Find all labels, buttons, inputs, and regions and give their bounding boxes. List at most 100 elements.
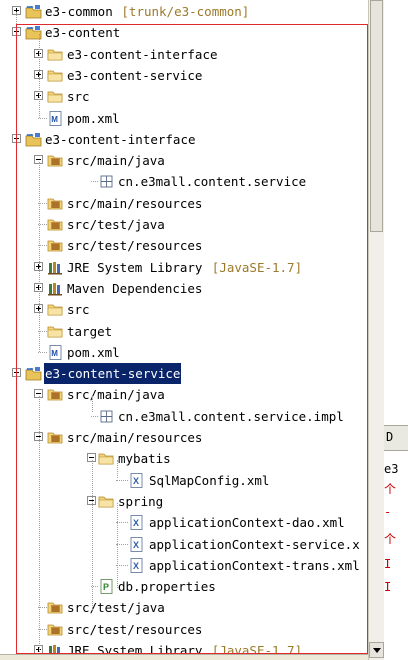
tree-item-target[interactable]: target [0, 321, 368, 342]
tree-item-src-main-java[interactable]: src/main/java [0, 384, 368, 405]
tree-item-label: src/main/resources [67, 430, 203, 445]
tree-item-cn-e3mall-content-service[interactable]: cn.e3mall.content.service [0, 171, 368, 192]
bottom-border [0, 654, 368, 660]
xml-file-icon: X [128, 514, 145, 531]
scroll-down-arrow-icon[interactable] [369, 642, 384, 658]
tree-guide-line [39, 162, 40, 352]
tree-item-decoration: [JavaSE-1.7] [211, 259, 303, 275]
tree-item-label: src/main/resources [67, 195, 203, 211]
tree-connector [91, 415, 98, 417]
tree-item-e3-content-service[interactable]: e3-content-service [0, 363, 368, 385]
tree-item-label: target [67, 323, 113, 339]
source-folder-icon [47, 429, 64, 446]
tree-item-src[interactable]: src [0, 86, 368, 107]
tree-item-src-test-resources[interactable]: src/test/resources [0, 619, 368, 640]
folder-icon [47, 301, 64, 318]
library-icon [47, 259, 64, 276]
folder-icon [47, 67, 64, 84]
source-folder-icon [47, 216, 64, 233]
tree-item-src-test-java[interactable]: src/test/java [0, 214, 368, 235]
console-line: e3 [384, 462, 399, 476]
source-folder-icon [47, 621, 64, 638]
tree-item-src[interactable]: src [0, 299, 368, 320]
svg-text:X: X [133, 518, 139, 528]
tree-item-pom-xml[interactable]: Mpom.xml [0, 342, 368, 363]
source-folder-icon [47, 152, 64, 169]
xml-file-icon: X [128, 472, 145, 489]
tree-guide-line [92, 396, 93, 412]
tree-item-src-main-resources[interactable]: src/main/resources [0, 427, 368, 448]
tree-item-src-main-resources[interactable]: src/main/resources [0, 193, 368, 214]
svg-text:X: X [133, 540, 139, 550]
tree-item-e3-content[interactable]: e3-content [0, 22, 368, 43]
folder-icon [98, 493, 115, 510]
tree-guide-line [39, 396, 40, 660]
console-tab-label[interactable]: D [386, 430, 393, 444]
tree-item-label: e3-content-interface [45, 131, 196, 147]
project-icon [25, 365, 42, 382]
package-icon [98, 408, 115, 425]
tree-item-e3-content-interface[interactable]: e3-content-interface [0, 44, 368, 65]
svg-text:X: X [133, 561, 139, 571]
maven-file-icon: M [47, 110, 64, 127]
tree-item-mybatis[interactable]: mybatis [0, 448, 368, 469]
tree-item-label: pom.xml [67, 344, 120, 360]
tree-item-label: src [67, 89, 90, 105]
library-icon [47, 280, 64, 297]
tree-item-label: cn.e3mall.content.service.impl [118, 408, 344, 424]
package-icon [98, 173, 115, 190]
tree-item-label: JRE System Library [67, 259, 203, 275]
tree-guide-line [117, 460, 118, 478]
tree-item-e3-content-service[interactable]: e3-content-service [0, 65, 368, 86]
tree-item-sqlmapconfig-xml[interactable]: X SqlMapConfig.xml [0, 470, 368, 491]
tree-item-src-test-java[interactable]: src/test/java [0, 597, 368, 618]
tree-item-e3-content-interface[interactable]: e3-content-interface [0, 129, 368, 150]
tree-item-cn-e3mall-content-service-impl[interactable]: cn.e3mall.content.service.impl [0, 406, 368, 427]
console-line: I [384, 580, 392, 594]
tree-item-src-main-java[interactable]: src/main/java [0, 150, 368, 171]
tree-item-applicationcontext-trans-xml[interactable]: XapplicationContext-trans.xml [0, 555, 368, 576]
folder-icon [98, 450, 115, 467]
svg-text:M: M [51, 115, 58, 124]
tree-item-spring[interactable]: spring [0, 491, 368, 512]
tree-item-label: e3-content-service [67, 67, 203, 83]
tree-item-label: db.properties [118, 579, 216, 595]
scrollbar-thumb[interactable] [370, 0, 383, 232]
tree-item-e3-common[interactable]: e3-common [trunk/e3-common] [0, 1, 368, 22]
console-line: - [384, 505, 392, 519]
tree-item-db-properties[interactable]: Pdb.properties [0, 576, 368, 597]
folder-icon [47, 46, 64, 63]
tree-item-label: SqlMapConfig.xml [149, 472, 270, 488]
tree-item-decoration: [trunk/e3-common] [121, 4, 250, 19]
folder-icon [47, 323, 64, 340]
tree-item-applicationcontext-dao-xml[interactable]: XapplicationContext-dao.xml [0, 512, 368, 533]
package-explorer-tree: e3-common [trunk/e3-common] e3-content e3-c… [0, 0, 368, 660]
tree-item-label: src/test/java [67, 217, 165, 232]
source-folder-icon [47, 386, 64, 403]
tree-item-pom-xml[interactable]: Mpom.xml [0, 108, 368, 129]
svg-text:P: P [103, 582, 109, 592]
tree-connector [116, 479, 128, 481]
properties-file-icon: P [98, 578, 115, 595]
tree-item-maven-dependencies[interactable]: Maven Dependencies [0, 278, 368, 299]
source-folder-icon [47, 599, 64, 616]
tree-item-label: applicationContext-trans.xml [149, 557, 360, 573]
tree-guide-line [92, 460, 93, 610]
tree-item-label: applicationContext-service.x [149, 536, 360, 552]
tree-item-src-test-resources[interactable]: src/test/resources [0, 235, 368, 256]
tree-item-label: cn.e3mall.content.service [118, 174, 307, 190]
tree-item-label: e3-content [45, 25, 121, 41]
tree-item-label: e3-common [45, 4, 113, 19]
tree-item-label: src/test/resources [67, 621, 203, 637]
tree-item-label: src/main/java [67, 387, 165, 403]
tree-item-label: mybatis [118, 451, 171, 467]
tree-item-label: e3-content-service [44, 363, 182, 385]
vertical-scrollbar[interactable] [368, 0, 384, 660]
maven-file-icon: M [47, 344, 64, 361]
console-tab-bar[interactable]: D [384, 425, 408, 451]
tree-item-label: Maven Dependencies [67, 280, 203, 296]
tree-item-applicationcontext-service-x[interactable]: XapplicationContext-service.x [0, 534, 368, 555]
tree-item-label: src/test/java [67, 600, 165, 616]
tree-item-jre-system-library[interactable]: JRE System Library [JavaSE-1.7] [0, 257, 368, 278]
console-line: I [384, 557, 392, 571]
